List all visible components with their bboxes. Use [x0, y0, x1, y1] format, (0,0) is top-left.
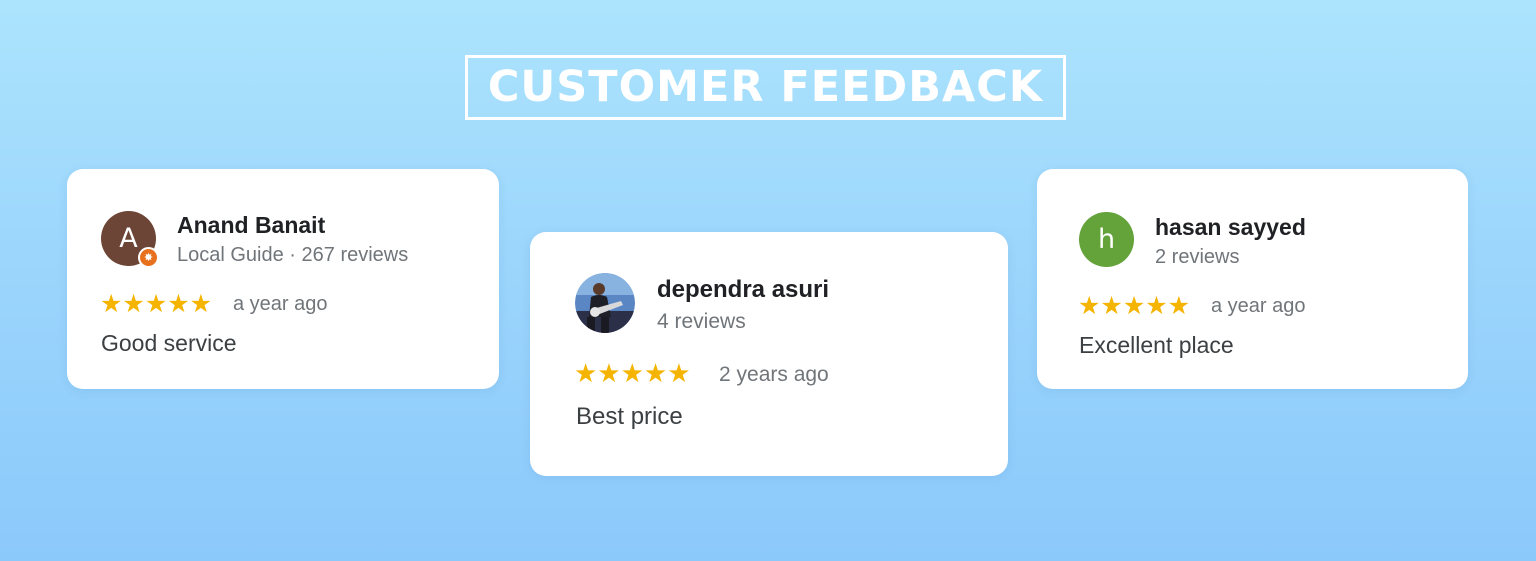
- reviewer-meta: 2 reviews: [1155, 246, 1240, 268]
- avatar-letter: A: [119, 223, 138, 254]
- reviewer-meta: Local Guide · 267 reviews: [177, 244, 409, 266]
- reviewer-name[interactable]: dependra asuri: [657, 278, 829, 302]
- reviewer-name[interactable]: Anand Banait: [177, 214, 325, 237]
- review-text: Good service: [101, 330, 237, 356]
- review-time: 2 years ago: [719, 363, 829, 386]
- reviewer-name[interactable]: hasan sayyed: [1155, 216, 1306, 239]
- review-time: a year ago: [1211, 295, 1306, 317]
- page-title-box: CUSTOMER FEEDBACK: [465, 55, 1066, 120]
- review-time: a year ago: [233, 293, 328, 315]
- review-text: Best price: [576, 403, 683, 430]
- review-card-anand-banait: A ✸ Anand Banait Local Guide · 267 revie…: [67, 169, 499, 389]
- star-rating: ★★★★★: [1078, 291, 1191, 320]
- avatar[interactable]: A ✸: [101, 211, 159, 268]
- avatar[interactable]: h: [1079, 212, 1134, 267]
- avatar[interactable]: [575, 273, 635, 333]
- local-guide-star-icon: ✸: [138, 247, 159, 268]
- avatar-letter: h: [1097, 224, 1116, 255]
- review-card-dependra-asuri: dependra asuri 4 reviews ★★★★★ 2 years a…: [530, 232, 1008, 476]
- review-card-hasan-sayyed: h hasan sayyed 2 reviews ★★★★★ a year ag…: [1037, 169, 1468, 389]
- page-title: CUSTOMER FEEDBACK: [487, 62, 1044, 112]
- reviewer-meta: 4 reviews: [657, 310, 746, 333]
- star-rating: ★★★★★: [574, 359, 691, 389]
- review-text: Excellent place: [1079, 332, 1234, 358]
- guitarist-photo-icon: [575, 273, 635, 333]
- star-rating: ★★★★★: [100, 289, 213, 318]
